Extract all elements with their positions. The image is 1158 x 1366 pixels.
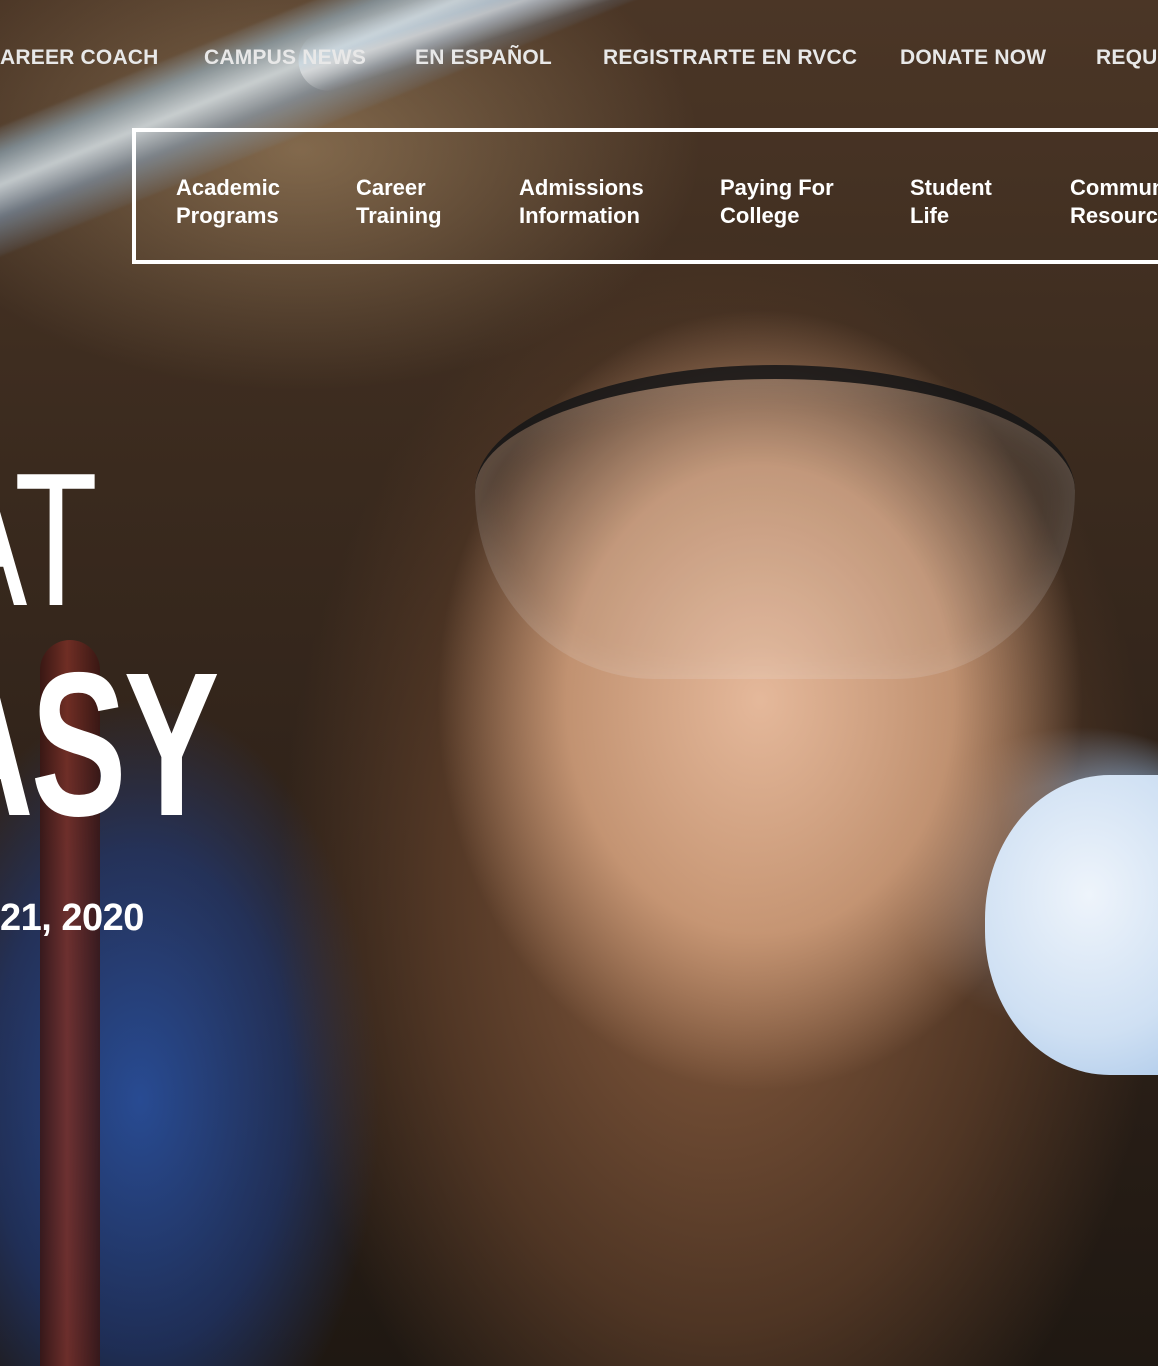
utility-link-en-espanol[interactable]: EN ESPAÑOL (415, 46, 552, 70)
main-nav-student-life[interactable]: Student Life (910, 174, 992, 230)
main-nav-admissions-information[interactable]: Admissions Information (519, 174, 644, 230)
hero-date: 21, 2020 (0, 897, 144, 939)
main-nav-career-training[interactable]: Career Training (356, 174, 442, 230)
main-nav: Academic Programs Career Training Admiss… (132, 128, 1158, 264)
main-nav-community-resources[interactable]: Commun Resourc (1070, 174, 1158, 230)
main-nav-paying-for-college[interactable]: Paying For College (720, 174, 834, 230)
utility-link-campus-news[interactable]: CAMPUS NEWS (204, 46, 366, 70)
utility-link-registrarte[interactable]: REGISTRARTE EN RVCC (603, 46, 857, 70)
homepage: AREER COACH CAMPUS NEWS EN ESPAÑOL REGIS… (0, 0, 1158, 1366)
utility-link-career-coach[interactable]: AREER COACH (0, 46, 159, 70)
utility-link-request[interactable]: REQU (1096, 46, 1157, 70)
utility-nav: AREER COACH CAMPUS NEWS EN ESPAÑOL REGIS… (0, 46, 1158, 76)
hero-headline-line2: ASY (0, 630, 219, 859)
utility-link-donate-now[interactable]: DONATE NOW (900, 46, 1046, 70)
hero-headline-line1: AT (0, 434, 98, 646)
main-nav-academic-programs[interactable]: Academic Programs (176, 174, 280, 230)
safety-goggles-image (475, 365, 1075, 679)
